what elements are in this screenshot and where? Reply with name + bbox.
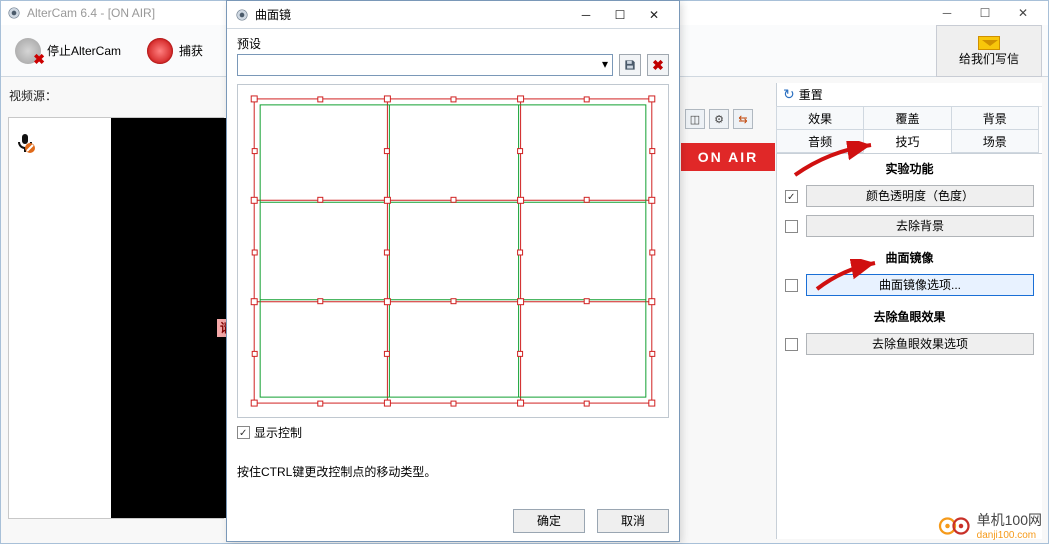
maximize-button[interactable]: ☐ bbox=[966, 2, 1004, 24]
tab-audio[interactable]: 音频 bbox=[776, 129, 864, 153]
swap-button[interactable]: ⇆ bbox=[733, 109, 753, 129]
delete-preset-button[interactable]: ✖ bbox=[647, 54, 669, 76]
chroma-checkbox[interactable] bbox=[785, 190, 798, 203]
preview-tool-icons: ◫ ⚙ ⇆ bbox=[685, 109, 753, 129]
remove-bg-checkbox[interactable] bbox=[785, 220, 798, 233]
watermark-text-2: danji100.com bbox=[977, 530, 1042, 541]
show-control-label: 显示控制 bbox=[254, 424, 302, 441]
record-icon bbox=[147, 38, 173, 64]
watermark: 单机100网 danji100.com bbox=[937, 510, 1042, 541]
stop-label: 停止AlterCam bbox=[47, 42, 121, 59]
capture-button[interactable]: 捕获 bbox=[139, 34, 211, 68]
video-preview bbox=[8, 117, 224, 519]
crop-button[interactable]: ◫ bbox=[685, 109, 705, 129]
reset-label: 重置 bbox=[799, 86, 823, 103]
dialog-minimize-button[interactable]: ─ bbox=[569, 4, 603, 26]
effects-tabs: 效果 覆盖 背景 音频 技巧 场景 bbox=[777, 107, 1042, 154]
show-control-checkbox-row: 显示控制 bbox=[237, 424, 669, 441]
remove-bg-button[interactable]: 去除背景 bbox=[806, 215, 1034, 237]
preset-label: 预设 bbox=[237, 35, 669, 52]
stop-icon bbox=[15, 38, 41, 64]
dialog-title: 曲面镜 bbox=[255, 6, 569, 23]
capture-label: 捕获 bbox=[179, 42, 203, 59]
fisheye-checkbox[interactable] bbox=[785, 338, 798, 351]
effects-panel: ↻ 重置 效果 覆盖 背景 音频 技巧 场景 实验功能 颜色透明度（色度） 去除… bbox=[776, 83, 1042, 539]
on-air-badge: ON AIR bbox=[681, 143, 775, 171]
dialog-close-button[interactable]: ✕ bbox=[637, 4, 671, 26]
reset-button[interactable]: ↻ 重置 bbox=[777, 83, 1042, 107]
curve-grid-canvas[interactable] bbox=[237, 84, 669, 418]
stop-altercam-button[interactable]: 停止AlterCam bbox=[7, 34, 129, 68]
watermark-text-1: 单机100网 bbox=[977, 510, 1042, 530]
feedback-button[interactable]: 给我们写信 bbox=[936, 25, 1042, 77]
close-button[interactable]: ✕ bbox=[1004, 2, 1042, 24]
curved-mirror-dialog: 曲面镜 ─ ☐ ✕ 预设 ▾ ✖ bbox=[226, 0, 680, 542]
app-icon bbox=[7, 6, 21, 20]
section-curved: 曲面镜像 bbox=[777, 243, 1042, 272]
chevron-down-icon: ▾ bbox=[602, 57, 608, 71]
save-preset-button[interactable] bbox=[619, 54, 641, 76]
ok-button[interactable]: 确定 bbox=[513, 509, 585, 533]
cancel-button[interactable]: 取消 bbox=[597, 509, 669, 533]
fisheye-options-button[interactable]: 去除鱼眼效果选项 bbox=[806, 333, 1034, 355]
video-preview-black bbox=[111, 118, 233, 518]
show-control-checkbox[interactable] bbox=[237, 426, 250, 439]
chroma-button[interactable]: 颜色透明度（色度） bbox=[806, 185, 1034, 207]
feedback-label: 给我们写信 bbox=[959, 50, 1019, 67]
microphone-muted-icon[interactable] bbox=[13, 131, 37, 155]
section-fisheye: 去除鱼眼效果 bbox=[777, 302, 1042, 331]
tab-effects[interactable]: 效果 bbox=[776, 106, 864, 130]
preset-dropdown[interactable]: ▾ bbox=[237, 54, 613, 76]
watermark-logo-icon bbox=[937, 514, 973, 538]
main-window-controls: ─ ☐ ✕ bbox=[928, 2, 1042, 24]
video-source-label: 视频源： bbox=[9, 87, 57, 104]
tab-overlay[interactable]: 覆盖 bbox=[863, 106, 951, 130]
section-experimental: 实验功能 bbox=[777, 154, 1042, 183]
dialog-maximize-button[interactable]: ☐ bbox=[603, 4, 637, 26]
tab-tricks[interactable]: 技巧 bbox=[863, 129, 951, 153]
settings-gear-button[interactable]: ⚙ bbox=[709, 109, 729, 129]
tab-scene[interactable]: 场景 bbox=[951, 129, 1039, 153]
ctrl-hint-text: 按住CTRL键更改控制点的移动类型。 bbox=[237, 463, 669, 480]
mail-icon bbox=[978, 36, 1000, 50]
dialog-titlebar: 曲面镜 ─ ☐ ✕ bbox=[227, 1, 679, 29]
minimize-button[interactable]: ─ bbox=[928, 2, 966, 24]
dialog-app-icon bbox=[235, 8, 249, 22]
curved-checkbox[interactable] bbox=[785, 279, 798, 292]
tab-background[interactable]: 背景 bbox=[951, 106, 1039, 130]
curved-options-button[interactable]: 曲面镜像选项... bbox=[806, 274, 1034, 296]
floppy-icon bbox=[623, 58, 637, 72]
reset-icon: ↻ bbox=[783, 86, 795, 103]
